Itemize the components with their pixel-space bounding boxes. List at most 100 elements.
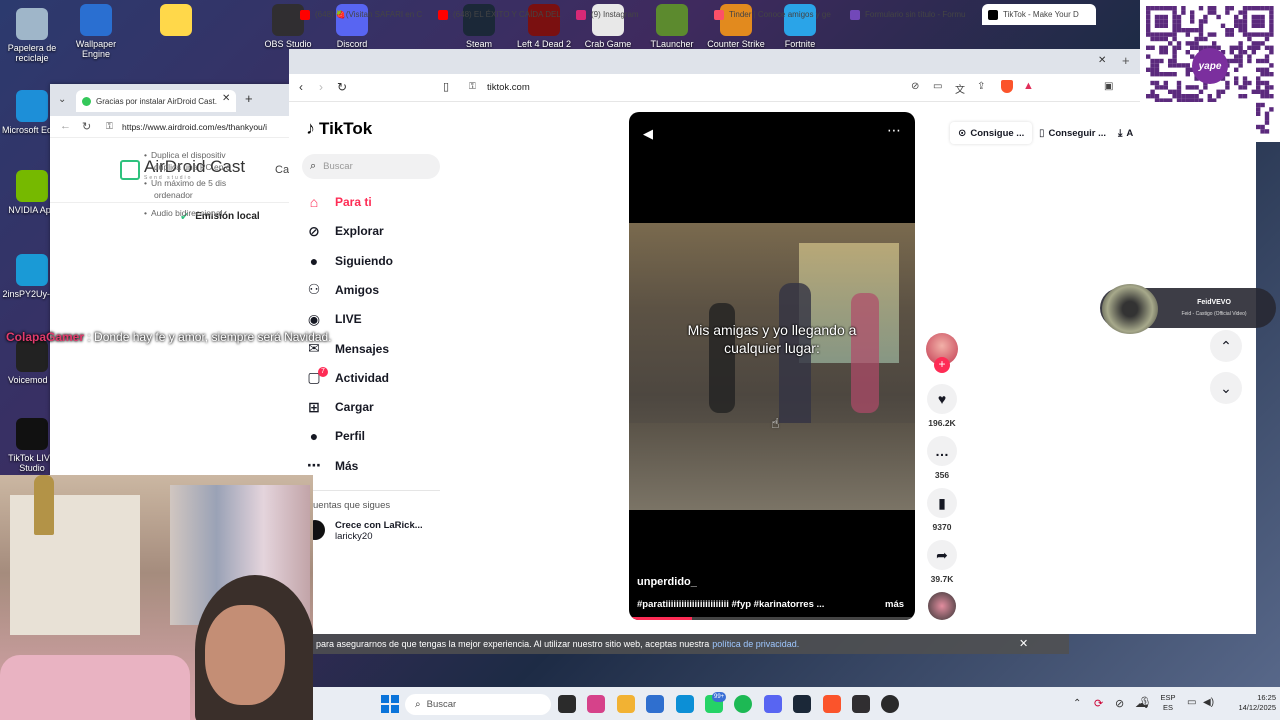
sidebar-toggle-icon[interactable]: ▣ — [1104, 81, 1113, 92]
brave-icon[interactable] — [822, 695, 841, 713]
task-view-icon[interactable] — [558, 695, 576, 713]
brave-shield-icon[interactable] — [1001, 80, 1013, 93]
language-indicator[interactable]: ESP ES — [1158, 693, 1178, 713]
tray-sync-icon[interactable]: ⟳ — [1094, 697, 1103, 710]
browser-tab[interactable]: Formulario sin título - Formu — [850, 4, 972, 25]
desktop-icon-label: Fortnite — [784, 39, 816, 49]
clock[interactable]: 16:25 14/12/2025 — [1236, 693, 1276, 713]
qr-module — [1159, 50, 1164, 55]
qr-module — [1198, 6, 1204, 11]
comment-button[interactable]: … 356 — [926, 436, 958, 480]
chevron-up-icon[interactable]: ⌃ — [1073, 698, 1081, 709]
qr-module — [1176, 28, 1182, 33]
site-info-icon[interactable]: ⚿ — [469, 81, 476, 92]
following-handle: laricky20 — [335, 531, 373, 542]
follow-plus-icon[interactable]: + — [934, 357, 950, 373]
volume-icon[interactable]: ◀ — [643, 126, 653, 142]
qr-module — [1264, 111, 1270, 116]
qr-module — [1176, 19, 1182, 24]
file-explorer-icon[interactable] — [616, 695, 635, 713]
qr-module — [1260, 19, 1265, 24]
new-tab-icon[interactable]: + — [1122, 53, 1130, 68]
privacy-policy-link[interactable]: política de privacidad. — [712, 639, 799, 649]
webcam-feed — [0, 475, 313, 720]
browser-tab[interactable]: (9) Instagram — [576, 4, 704, 25]
qr-module — [1198, 36, 1204, 42]
following-account[interactable]: Crece con LaRick... laricky20 — [305, 520, 423, 543]
qr-module — [1234, 45, 1239, 50]
more-options-icon[interactable]: ⋯ — [887, 122, 902, 139]
chevron-up-icon: ⌃ — [1220, 337, 1232, 354]
sound-avatar[interactable] — [928, 592, 956, 620]
copilot-icon[interactable] — [587, 695, 606, 713]
cast-icon[interactable]: ▭ — [933, 81, 942, 92]
qr-module — [1220, 89, 1226, 94]
edge-icon[interactable] — [675, 695, 694, 713]
qr-module — [1190, 41, 1195, 46]
qr-module — [1146, 45, 1151, 50]
video-author[interactable]: unperdido_ — [637, 576, 697, 588]
qr-module — [1194, 94, 1199, 99]
qr-module — [1176, 85, 1182, 90]
video-progress-bar[interactable] — [629, 617, 915, 620]
qr-module — [1163, 80, 1168, 86]
airdroid-bullet: ordenador — [154, 190, 193, 200]
browser-tab[interactable]: (648) EL ÉXITO Y CAÍDA DEL — [438, 4, 566, 25]
qr-module — [1172, 36, 1177, 42]
qr-module — [1176, 45, 1182, 50]
qr-module — [1185, 28, 1190, 33]
qr-module — [1163, 50, 1168, 55]
taskbar-search[interactable]: ⌕ Buscar — [405, 694, 551, 715]
browser-tab[interactable]: Tinder | Conoce amigos y ge — [714, 4, 842, 25]
qr-module — [1154, 85, 1160, 90]
get-app-button[interactable]: ▯ Conseguir ... — [1033, 122, 1112, 144]
qr-module — [1269, 10, 1274, 15]
qr-module — [1251, 19, 1256, 24]
discord-icon[interactable] — [763, 695, 782, 713]
translate-icon[interactable]: 文 — [955, 81, 965, 96]
qr-module — [1216, 89, 1221, 94]
qr-module — [1198, 28, 1204, 33]
tray-mic-icon[interactable]: 🎙 — [1138, 696, 1152, 709]
qr-module — [1269, 63, 1274, 68]
qr-module — [1150, 89, 1155, 94]
brave-rewards-icon[interactable]: ▲ — [1023, 80, 1034, 92]
store-icon[interactable] — [646, 695, 665, 713]
video-more-link[interactable]: más — [885, 599, 904, 610]
tray-volume-icon[interactable]: ◀) — [1203, 697, 1214, 708]
tab-tiktok-active[interactable]: TikTok - Make Your D — [982, 4, 1096, 25]
qr-module — [1150, 72, 1155, 77]
share-button[interactable]: ➦ 39.7K — [926, 540, 958, 584]
trophy — [34, 475, 54, 535]
bullet-text: Duplica el dispositiv — [150, 150, 226, 160]
url-field[interactable]: tiktok.com — [487, 82, 530, 93]
close-tab-icon[interactable]: ✕ — [1098, 55, 1106, 66]
like-button[interactable]: ♥ 196.2K — [926, 384, 958, 428]
previous-video-button[interactable]: ⌃ — [1210, 330, 1242, 362]
qr-module — [1260, 41, 1265, 46]
qr-module — [1234, 58, 1239, 64]
qr-module — [1176, 14, 1182, 20]
obs-icon[interactable] — [852, 695, 870, 713]
camera-off-icon[interactable]: ⊘ — [911, 81, 919, 92]
close-icon[interactable]: ✕ — [1019, 637, 1028, 650]
share-icon[interactable]: ⇪ — [977, 81, 985, 92]
tray-network-off-icon[interactable]: ⊘ — [1115, 697, 1124, 710]
qr-module — [1172, 10, 1177, 15]
qr-module — [1242, 32, 1248, 37]
tray-display-icon[interactable]: ▭ — [1187, 697, 1196, 708]
start-button[interactable] — [381, 695, 399, 713]
steam-icon[interactable] — [793, 695, 812, 713]
save-button[interactable]: ▮ 9370 — [926, 488, 958, 532]
upload-download-button[interactable]: ⤓ A — [1118, 122, 1133, 144]
next-video-button[interactable]: ⌄ — [1210, 372, 1242, 404]
qr-module — [1264, 54, 1270, 59]
qr-module — [1146, 6, 1151, 11]
video-player[interactable]: ◀ ⋯ Mis amigas y yo llegando a cualquier… — [629, 112, 915, 620]
qr-module — [1225, 10, 1230, 15]
get-coins-button[interactable]: ⊙ Consigue ... — [950, 122, 1033, 144]
taskbar-search-placeholder: Buscar — [426, 699, 457, 710]
now-playing-widget: FeidVEVO Feid - Castigo (Official Video) — [1100, 284, 1276, 334]
qr-module — [1146, 94, 1151, 99]
airdroid-bullet: • Un máximo de 5 dis — [144, 178, 226, 188]
